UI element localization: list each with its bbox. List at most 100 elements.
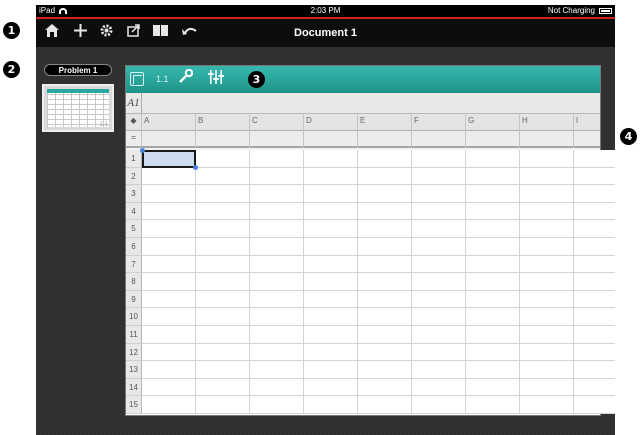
column-header-c[interactable]: C <box>250 114 304 131</box>
row-header-11[interactable]: 11 <box>126 326 142 344</box>
cell-b11[interactable] <box>196 326 250 344</box>
cell-a14[interactable] <box>142 378 196 397</box>
column-header-g[interactable]: G <box>466 114 520 131</box>
cell-a12[interactable] <box>142 343 196 362</box>
cell-f14[interactable] <box>412 378 466 397</box>
cell-d3[interactable] <box>304 185 358 203</box>
cell-i9[interactable] <box>574 290 615 309</box>
cell-i13[interactable] <box>574 361 615 379</box>
formula-cell-c[interactable] <box>250 131 304 148</box>
cell-d2[interactable] <box>304 167 358 186</box>
cell-b15[interactable] <box>196 396 250 414</box>
cell-c15[interactable] <box>250 396 304 414</box>
formula-cell-e[interactable] <box>358 131 412 148</box>
cell-b6[interactable] <box>196 238 250 256</box>
cell-g8[interactable] <box>466 273 520 291</box>
cell-e6[interactable] <box>358 238 412 256</box>
cell-a8[interactable] <box>142 273 196 291</box>
cell-f10[interactable] <box>412 308 466 326</box>
cell-f2[interactable] <box>412 167 466 186</box>
cell-g14[interactable] <box>466 378 520 397</box>
cell-d10[interactable] <box>304 308 358 326</box>
cell-g3[interactable] <box>466 185 520 203</box>
cell-d12[interactable] <box>304 343 358 362</box>
cell-c9[interactable] <box>250 290 304 309</box>
cell-a9[interactable] <box>142 290 196 309</box>
cell-c6[interactable] <box>250 238 304 256</box>
formula-cell-h[interactable] <box>520 131 574 148</box>
cell-e2[interactable] <box>358 167 412 186</box>
cell-i10[interactable] <box>574 308 615 326</box>
cell-d5[interactable] <box>304 220 358 238</box>
cell-b9[interactable] <box>196 290 250 309</box>
row-header-8[interactable]: 8 <box>126 273 142 291</box>
cell-h10[interactable] <box>520 308 574 326</box>
cell-a2[interactable] <box>142 167 196 186</box>
cell-g13[interactable] <box>466 361 520 379</box>
cell-f6[interactable] <box>412 238 466 256</box>
cell-i4[interactable] <box>574 202 615 221</box>
cell-d7[interactable] <box>304 255 358 274</box>
column-header-a[interactable]: A <box>142 114 196 131</box>
cell-h12[interactable] <box>520 343 574 362</box>
cell-h1[interactable] <box>520 150 574 168</box>
row-header-2[interactable]: 2 <box>126 167 142 186</box>
cell-h6[interactable] <box>520 238 574 256</box>
cell-d11[interactable] <box>304 326 358 344</box>
column-header-i[interactable]: I <box>574 114 615 131</box>
cell-e4[interactable] <box>358 202 412 221</box>
cell-f8[interactable] <box>412 273 466 291</box>
selection-handle-end[interactable] <box>193 164 198 170</box>
cell-b12[interactable] <box>196 343 250 362</box>
cell-f11[interactable] <box>412 326 466 344</box>
formula-cell-i[interactable] <box>574 131 615 148</box>
formula-cell-f[interactable] <box>412 131 466 148</box>
cell-f12[interactable] <box>412 343 466 362</box>
cell-e5[interactable] <box>358 220 412 238</box>
cell-c3[interactable] <box>250 185 304 203</box>
row-header-7[interactable]: 7 <box>126 255 142 274</box>
cell-h5[interactable] <box>520 220 574 238</box>
cell-c11[interactable] <box>250 326 304 344</box>
cell-f13[interactable] <box>412 361 466 379</box>
cell-h11[interactable] <box>520 326 574 344</box>
cell-b4[interactable] <box>196 202 250 221</box>
cell-f4[interactable] <box>412 202 466 221</box>
cell-i1[interactable] <box>574 150 615 168</box>
cell-a3[interactable] <box>142 185 196 203</box>
cell-a7[interactable] <box>142 255 196 274</box>
row-header-9[interactable]: 9 <box>126 290 142 309</box>
cell-e14[interactable] <box>358 378 412 397</box>
page-thumbnail[interactable]: 1.1 <box>42 84 114 132</box>
cell-h3[interactable] <box>520 185 574 203</box>
row-header-5[interactable]: 5 <box>126 220 142 238</box>
formula-row[interactable]: = <box>126 131 600 148</box>
cell-e11[interactable] <box>358 326 412 344</box>
cell-g7[interactable] <box>466 255 520 274</box>
cell-d4[interactable] <box>304 202 358 221</box>
cell-a6[interactable] <box>142 238 196 256</box>
cell-d15[interactable] <box>304 396 358 414</box>
cell-g4[interactable] <box>466 202 520 221</box>
cell-h2[interactable] <box>520 167 574 186</box>
cell-d9[interactable] <box>304 290 358 309</box>
cell-i3[interactable] <box>574 185 615 203</box>
cell-e12[interactable] <box>358 343 412 362</box>
cell-e13[interactable] <box>358 361 412 379</box>
cell-f7[interactable] <box>412 255 466 274</box>
formula-cell-b[interactable] <box>196 131 250 148</box>
row-header-10[interactable]: 10 <box>126 308 142 326</box>
row-header-1[interactable]: 1 <box>126 150 142 168</box>
page-tab-label[interactable]: 1.1 <box>156 66 169 93</box>
cell-i12[interactable] <box>574 343 615 362</box>
cell-g1[interactable] <box>466 150 520 168</box>
cell-e7[interactable] <box>358 255 412 274</box>
cell-g5[interactable] <box>466 220 520 238</box>
cell-e10[interactable] <box>358 308 412 326</box>
cell-c14[interactable] <box>250 378 304 397</box>
cell-f3[interactable] <box>412 185 466 203</box>
cell-c13[interactable] <box>250 361 304 379</box>
cell-b5[interactable] <box>196 220 250 238</box>
row-header-15[interactable]: 15 <box>126 396 142 414</box>
cell-b3[interactable] <box>196 185 250 203</box>
